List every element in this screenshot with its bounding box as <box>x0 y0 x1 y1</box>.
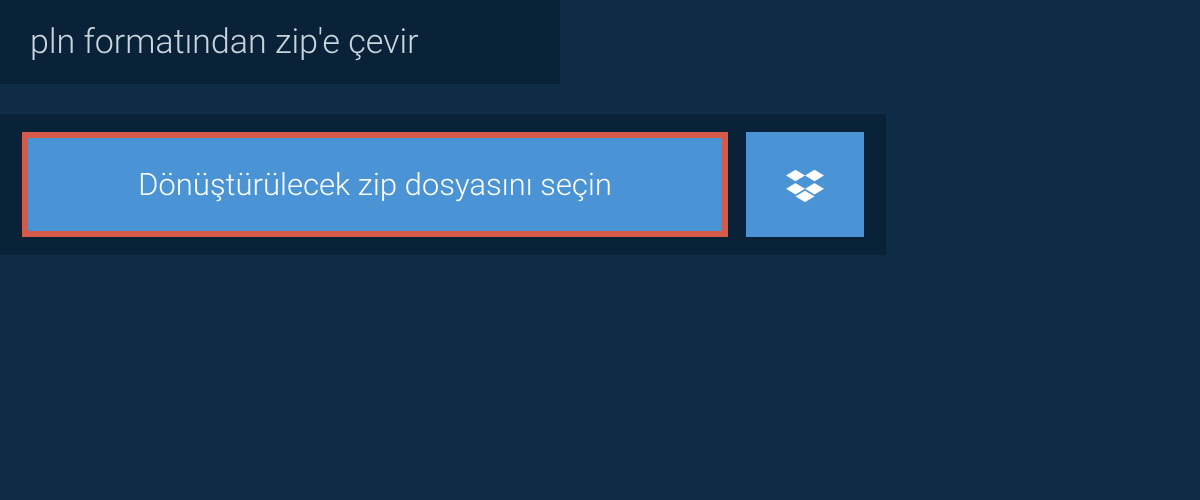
page-title-tab: pln formatından zip'e çevir <box>0 0 560 84</box>
page-title: pln formatından zip'e çevir <box>30 22 419 62</box>
select-file-label: Dönüştürülecek zip dosyasını seçin <box>138 166 612 203</box>
upload-panel: Dönüştürülecek zip dosyasını seçin <box>0 114 886 255</box>
dropbox-icon <box>786 166 824 204</box>
dropbox-button[interactable] <box>746 132 864 237</box>
select-file-button[interactable]: Dönüştürülecek zip dosyasını seçin <box>22 132 728 237</box>
